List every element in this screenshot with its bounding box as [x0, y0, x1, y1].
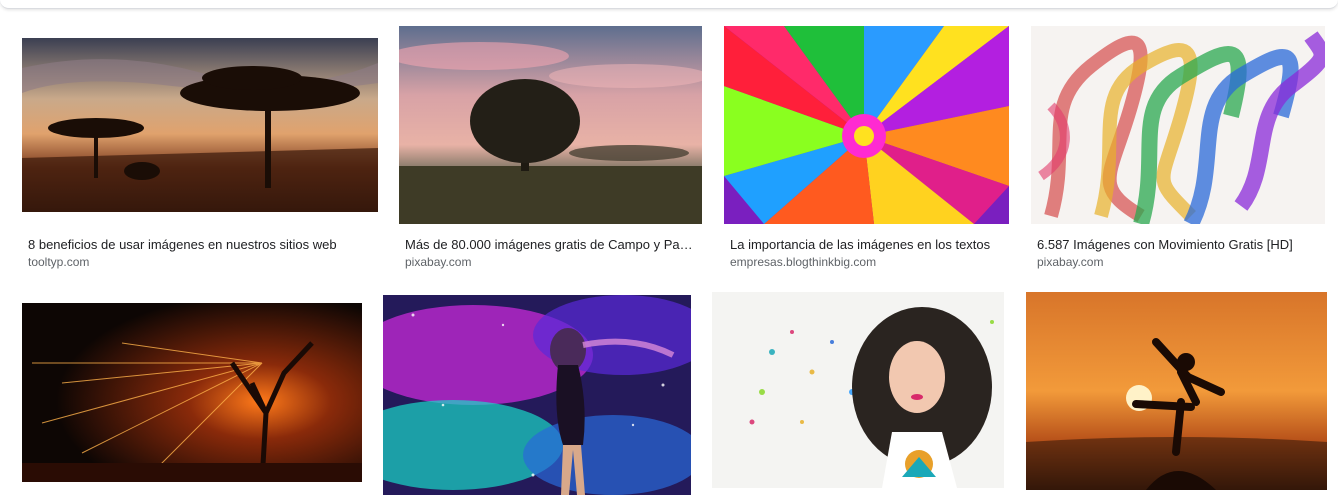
image-result-7[interactable]	[712, 292, 1004, 495]
thumbnail-cosmic-girl[interactable]	[383, 295, 691, 495]
result-source[interactable]: tooltyp.com	[28, 255, 89, 270]
image-result-5[interactable]	[22, 292, 362, 495]
thumbnail-silhouette-sunset[interactable]	[1026, 292, 1327, 490]
thumbnail-curly-girl[interactable]	[712, 292, 1004, 488]
image-result-4[interactable]: 6.587 Imágenes con Movimiento Gratis [HD…	[1031, 26, 1325, 272]
result-title[interactable]: 8 beneficios de usar imágenes en nuestro…	[28, 236, 370, 253]
image-result-3[interactable]: La importancia de las imágenes en los te…	[724, 26, 1009, 272]
thumbnail-color-burst[interactable]	[724, 26, 1009, 224]
result-source[interactable]: pixabay.com	[1037, 255, 1103, 270]
thumbnail-acacia-sunset[interactable]	[22, 38, 378, 212]
result-source[interactable]: empresas.blogthinkbig.com	[730, 255, 876, 270]
result-source[interactable]: pixabay.com	[405, 255, 471, 270]
image-result-2[interactable]: Más de 80.000 imágenes gratis de Campo y…	[399, 26, 702, 272]
thumbnail-lone-tree[interactable]	[399, 26, 702, 224]
image-result-8[interactable]	[1026, 292, 1327, 495]
search-header-edge	[0, 0, 1338, 9]
image-result-6[interactable]	[383, 292, 691, 495]
result-title[interactable]: 6.587 Imágenes con Movimiento Gratis [HD…	[1037, 236, 1317, 253]
result-title[interactable]: La importancia de las imágenes en los te…	[730, 236, 1001, 253]
thumbnail-rainbow-smoke[interactable]	[1031, 26, 1325, 224]
result-title[interactable]: Más de 80.000 imágenes gratis de Campo y…	[405, 236, 694, 253]
thumbnail-fire-sparks[interactable]	[22, 303, 362, 482]
image-result-1[interactable]: 8 beneficios de usar imágenes en nuestro…	[22, 26, 378, 272]
